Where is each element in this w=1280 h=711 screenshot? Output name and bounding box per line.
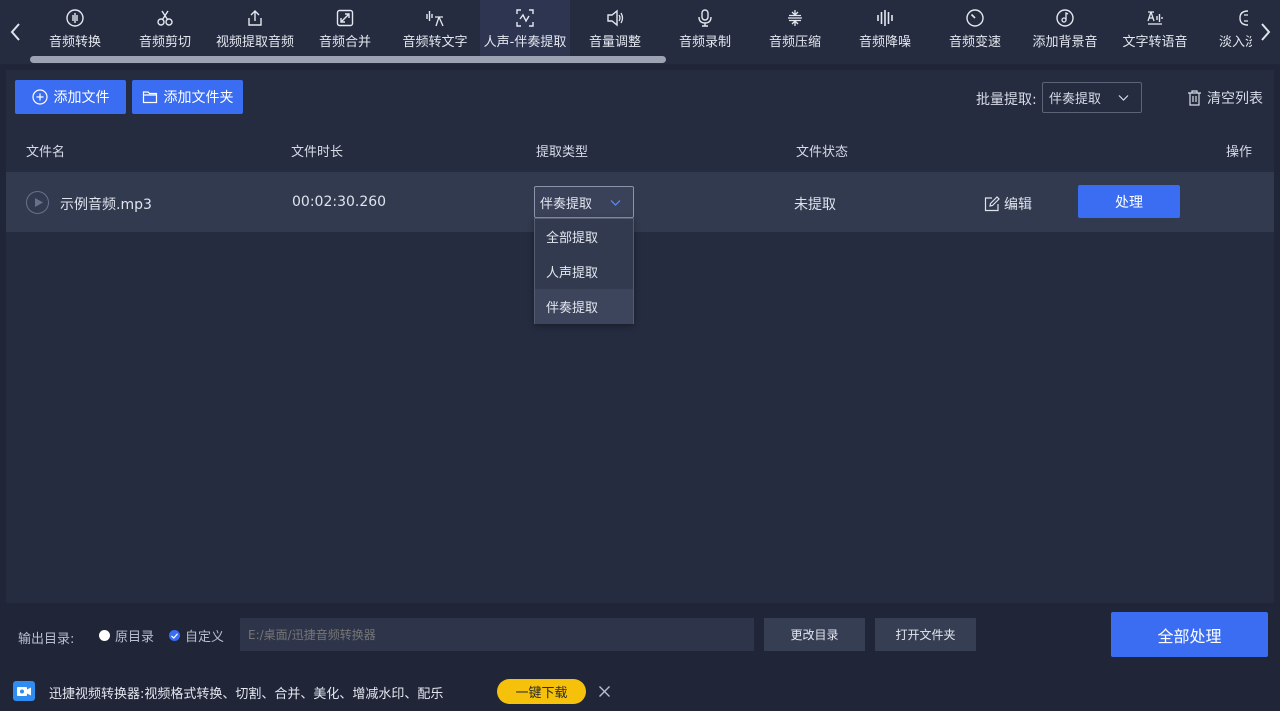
file-duration: 00:02:30.260 (292, 194, 387, 210)
extract-type-dropdown: 全部提取 人声提取 伴奏提取 (534, 218, 634, 324)
text-to-speech-icon (1145, 8, 1165, 28)
tab-audio-merge[interactable]: 音频合并 (300, 0, 390, 56)
dropdown-option-vocal[interactable]: 人声提取 (535, 254, 633, 289)
table-header: 文件名 文件时长 提取类型 文件状态 操作 (6, 126, 1274, 172)
speed-dial-icon (965, 8, 985, 28)
music-disc-icon (1055, 8, 1075, 28)
tab-fade-in-out[interactable]: 淡入淡出 (1200, 0, 1252, 56)
tab-label: 视频提取音频 (215, 35, 294, 50)
plus-circle-icon (31, 89, 48, 105)
speaker-icon (605, 8, 625, 28)
tab-vocal-accompaniment[interactable]: 人声-伴奏提取 (480, 0, 570, 56)
tab-label: 音频转文字 (402, 35, 468, 50)
function-toolbar: 音频转换 音频剪切 视频提取音频 音频合并 音频转文字 人声-伴奏提取 音量调整… (0, 0, 1280, 64)
file-name: 示例音频.mp3 (60, 197, 152, 213)
add-folder-button[interactable]: 添加文件夹 (132, 80, 243, 114)
scroll-right-arrow-icon[interactable] (1256, 18, 1276, 46)
trash-icon (1188, 90, 1201, 106)
clear-list-label: 清空列表 (1207, 91, 1263, 107)
output-dir-label: 输出目录: (18, 632, 75, 647)
tab-label: 音频转换 (48, 35, 101, 50)
header-extract-type: 提取类型 (536, 145, 589, 160)
file-list-panel: 添加文件 添加文件夹 批量提取: 伴奏提取 清空列表 文件名 文件时长 提取类型… (6, 70, 1274, 603)
tab-label: 音频录制 (678, 35, 731, 50)
radio-custom-dir[interactable]: 自定义 (169, 626, 224, 645)
tool-tabs: 音频转换 音频剪切 视频提取音频 音频合并 音频转文字 人声-伴奏提取 音量调整… (30, 0, 1252, 56)
upload-icon (245, 8, 265, 28)
microphone-icon (695, 8, 715, 28)
radio-dot (99, 630, 110, 641)
one-click-download-button[interactable]: 一键下载 (497, 679, 586, 704)
edit-button[interactable]: 编辑 (984, 194, 1032, 214)
header-duration: 文件时长 (291, 145, 344, 160)
tab-video-extract-audio[interactable]: 视频提取音频 (210, 0, 300, 56)
edit-icon (984, 196, 1000, 212)
chevron-down-icon (1118, 95, 1129, 101)
tab-volume-adjust[interactable]: 音量调整 (570, 0, 660, 56)
tab-label: 音频压缩 (768, 35, 821, 50)
tab-label: 音量调整 (588, 35, 641, 50)
tab-audio-cut[interactable]: 音频剪切 (120, 0, 210, 56)
noise-reduction-icon (875, 8, 895, 28)
tab-label: 文字转语音 (1122, 35, 1188, 50)
waveform-circle-icon (65, 8, 85, 28)
output-path-input[interactable] (240, 618, 754, 651)
close-icon[interactable] (598, 685, 611, 698)
folder-icon (142, 91, 157, 104)
batch-extract-select[interactable]: 伴奏提取 (1042, 82, 1142, 113)
scroll-left-arrow-icon[interactable] (5, 18, 25, 46)
fade-icon (1235, 8, 1252, 28)
toolbar-scrollbar[interactable] (30, 56, 666, 63)
process-all-button[interactable]: 全部处理 (1111, 612, 1268, 657)
extract-type-value: 伴奏提取 (540, 196, 593, 212)
batch-extract-value: 伴奏提取 (1049, 92, 1102, 107)
edit-label: 编辑 (1004, 197, 1032, 213)
tab-label: 淡入淡出 (1218, 35, 1252, 50)
table-row: 示例音频.mp3 00:02:30.260 伴奏提取 未提取 编辑 处理 (6, 172, 1274, 232)
radio-custom-label: 自定义 (185, 630, 225, 645)
speech-to-text-icon (425, 8, 445, 28)
tab-noise-reduction[interactable]: 音频降噪 (840, 0, 930, 56)
tab-audio-compress[interactable]: 音频压缩 (750, 0, 840, 56)
add-folder-label: 添加文件夹 (163, 90, 234, 106)
scissors-icon (155, 8, 175, 28)
change-dir-button[interactable]: 更改目录 (764, 618, 865, 651)
vocal-extract-icon (515, 8, 535, 28)
extract-type-select[interactable]: 伴奏提取 (534, 186, 634, 218)
dropdown-option-all[interactable]: 全部提取 (535, 219, 633, 254)
tab-label: 音频剪切 (138, 35, 191, 50)
tab-add-background-music[interactable]: 添加背景音 (1020, 0, 1110, 56)
chevron-down-icon (610, 200, 621, 206)
header-file-name: 文件名 (26, 145, 66, 160)
compress-icon (785, 8, 805, 28)
batch-extract-label: 批量提取: (976, 92, 1037, 108)
clear-list-button[interactable]: 清空列表 (1187, 88, 1263, 108)
video-converter-app-icon (13, 681, 35, 701)
tab-label: 音频降噪 (858, 35, 911, 50)
tab-label: 音频变速 (948, 35, 1001, 50)
radio-original-dir[interactable]: 原目录 (99, 626, 154, 645)
add-file-button[interactable]: 添加文件 (15, 80, 126, 114)
tab-label: 人声-伴奏提取 (483, 35, 567, 50)
header-status: 文件状态 (796, 145, 849, 160)
process-button[interactable]: 处理 (1078, 185, 1180, 218)
tab-audio-to-text[interactable]: 音频转文字 (390, 0, 480, 56)
tab-label: 音频合并 (318, 35, 371, 50)
play-icon[interactable] (26, 191, 49, 214)
open-folder-button[interactable]: 打开文件夹 (875, 618, 976, 651)
tab-audio-convert[interactable]: 音频转换 (30, 0, 120, 56)
merge-arrows-icon (335, 8, 355, 28)
tab-label: 添加背景音 (1032, 35, 1098, 50)
radio-checked-icon (169, 630, 180, 641)
promo-text: 迅捷视频转换器:视频格式转换、切割、合并、美化、增减水印、配乐 (49, 687, 444, 702)
tab-text-to-speech[interactable]: 文字转语音 (1110, 0, 1200, 56)
add-file-label: 添加文件 (53, 90, 110, 106)
tab-audio-speed[interactable]: 音频变速 (930, 0, 1020, 56)
tab-audio-record[interactable]: 音频录制 (660, 0, 750, 56)
header-operations: 操作 (1226, 145, 1253, 160)
dropdown-option-accompaniment[interactable]: 伴奏提取 (535, 289, 633, 324)
file-status: 未提取 (794, 197, 836, 213)
radio-original-label: 原目录 (115, 630, 155, 645)
